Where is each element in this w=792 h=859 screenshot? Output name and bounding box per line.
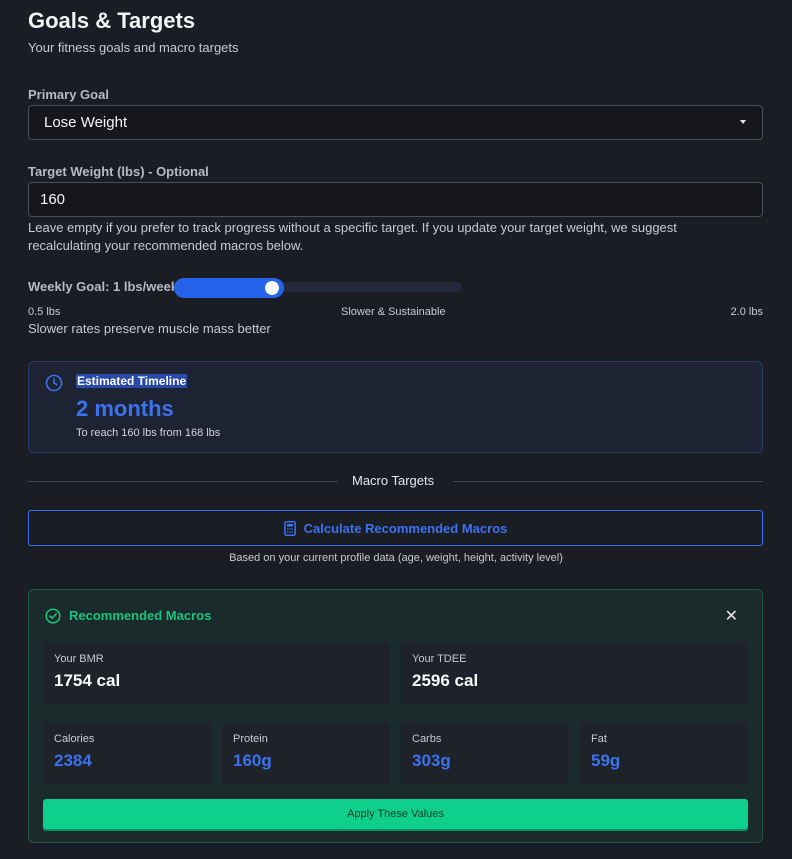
fat-label: Fat xyxy=(591,733,607,745)
apply-values-button[interactable]: Apply These Values xyxy=(43,799,748,829)
primary-goal-select[interactable]: Lose Weight xyxy=(28,105,763,140)
divider-right xyxy=(453,481,763,482)
timeline-subtitle: To reach 160 lbs from 168 lbs xyxy=(76,427,221,439)
tdee-label: Your TDEE xyxy=(412,653,467,665)
weekly-goal-slider-thumb[interactable] xyxy=(265,281,279,295)
protein-value: 160g xyxy=(233,751,272,770)
calculate-macros-label: Calculate Recommended Macros xyxy=(303,520,508,536)
target-weight-label: Target Weight (lbs) - Optional xyxy=(28,164,209,179)
primary-goal-value: Lose Weight xyxy=(44,114,128,131)
protein-label: Protein xyxy=(233,733,268,745)
caret-down-icon xyxy=(740,120,746,124)
carbs-value: 303g xyxy=(412,751,451,770)
protein-card: Protein 160g xyxy=(222,722,390,784)
timeline-value: 2 months xyxy=(76,396,174,421)
macro-targets-heading: Macro Targets xyxy=(352,473,435,488)
calculator-icon xyxy=(283,520,296,536)
bmr-value: 1754 cal xyxy=(54,671,121,690)
tdee-value: 2596 cal xyxy=(412,671,479,690)
slider-min-label: 0.5 lbs xyxy=(28,306,61,318)
page-subtitle: Your fitness goals and macro targets xyxy=(28,40,239,55)
weekly-goal-label: Weekly Goal: 1 lbs/week xyxy=(28,279,179,294)
fat-card: Fat 59g xyxy=(580,722,748,784)
estimated-timeline-card: Estimated Timeline 2 months To reach 160… xyxy=(28,361,763,453)
recommended-macros-panel: Recommended Macros ✕ Your BMR 1754 cal Y… xyxy=(28,589,763,843)
target-weight-value: 160 xyxy=(40,191,66,208)
calories-label: Calories xyxy=(54,733,95,745)
weekly-goal-note: Slower rates preserve muscle mass better xyxy=(28,321,271,336)
calories-value: 2384 xyxy=(54,751,92,770)
calculation-basis-note: Based on your current profile data (age,… xyxy=(229,552,563,564)
recommended-macros-title: Recommended Macros xyxy=(69,608,212,623)
apply-values-label: Apply These Values xyxy=(347,808,444,820)
slider-max-label: 2.0 lbs xyxy=(730,306,763,318)
primary-goal-label: Primary Goal xyxy=(28,87,109,102)
bmr-label: Your BMR xyxy=(54,653,104,665)
clock-icon xyxy=(45,374,63,392)
slider-mid-label: Slower & Sustainable xyxy=(341,306,446,318)
check-circle-icon xyxy=(45,608,61,624)
timeline-title: Estimated Timeline xyxy=(76,374,188,388)
bmr-card: Your BMR 1754 cal xyxy=(43,642,390,704)
divider-left xyxy=(28,481,338,482)
close-icon[interactable]: ✕ xyxy=(725,606,738,626)
page-title: Goals & Targets xyxy=(28,8,196,33)
target-weight-help: Leave empty if you prefer to track progr… xyxy=(28,220,677,253)
target-weight-input[interactable]: 160 xyxy=(28,182,763,217)
fat-value: 59g xyxy=(591,751,621,770)
carbs-card: Carbs 303g xyxy=(401,722,569,784)
carbs-label: Carbs xyxy=(412,733,442,745)
calories-card: Calories 2384 xyxy=(43,722,212,784)
calculate-macros-button[interactable]: Calculate Recommended Macros xyxy=(28,510,763,546)
tdee-card: Your TDEE 2596 cal xyxy=(401,642,748,704)
